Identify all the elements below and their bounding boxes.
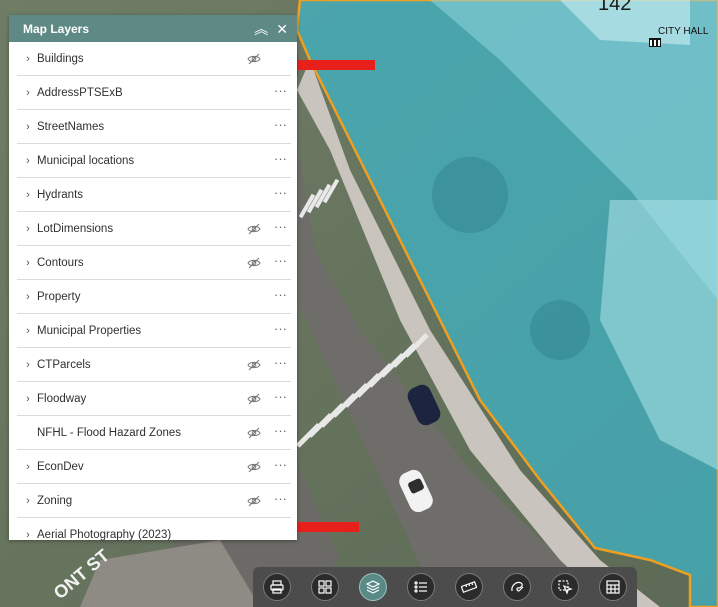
expand-chevron-icon[interactable]: ›: [21, 155, 35, 167]
visibility-off-icon[interactable]: [247, 256, 261, 269]
more-options-icon[interactable]: ···: [274, 423, 287, 438]
layer-item[interactable]: › Zoning ···: [17, 484, 291, 518]
layer-item[interactable]: › Floodway ···: [17, 382, 291, 416]
visibility-off-icon[interactable]: [247, 358, 261, 371]
expand-chevron-icon[interactable]: ›: [21, 87, 35, 99]
expand-chevron-icon[interactable]: ›: [21, 393, 35, 405]
more-options-icon[interactable]: ···: [274, 185, 287, 200]
visibility-off-icon[interactable]: [247, 460, 261, 473]
more-options-icon[interactable]: ···: [274, 83, 287, 98]
layer-item[interactable]: NFHL - Flood Hazard Zones ···: [17, 416, 291, 450]
layer-item[interactable]: › StreetNames ···: [17, 110, 291, 144]
select-button[interactable]: [551, 573, 579, 601]
expand-chevron-icon[interactable]: ›: [21, 495, 35, 507]
bottom-toolbar: [253, 567, 637, 607]
sketch-icon: [511, 581, 524, 592]
visibility-off-icon[interactable]: [247, 222, 261, 235]
more-options-icon[interactable]: ···: [274, 151, 287, 166]
layers-button[interactable]: [359, 573, 387, 601]
more-options-icon[interactable]: ···: [274, 219, 287, 234]
legend-icon: [414, 581, 427, 593]
visibility-off-icon[interactable]: [247, 426, 261, 439]
map-label-number: 142: [598, 0, 631, 15]
visibility-off-icon[interactable]: [247, 494, 261, 507]
layer-item[interactable]: › AddressPTSExB ···: [17, 76, 291, 110]
select-icon: [558, 580, 573, 595]
panel-header: Map Layers ︽ ✕: [9, 15, 297, 42]
layer-name: AddressPTSExB: [37, 86, 123, 99]
layer-item[interactable]: › EconDev ···: [17, 450, 291, 484]
expand-chevron-icon[interactable]: ›: [21, 189, 35, 201]
map-label-city-hall: CITY HALL: [658, 26, 709, 37]
layer-item[interactable]: › Contours ···: [17, 246, 291, 280]
expand-chevron-icon[interactable]: ›: [21, 257, 35, 269]
visibility-off-icon[interactable]: [247, 392, 261, 405]
expand-chevron-icon[interactable]: ›: [21, 291, 35, 303]
basemap-gallery-icon: [318, 580, 332, 594]
more-options-icon[interactable]: ···: [274, 117, 287, 132]
layer-name: Hydrants: [37, 188, 84, 201]
layer-item[interactable]: › Buildings: [17, 42, 291, 76]
table-icon: [606, 580, 620, 594]
more-options-icon[interactable]: ···: [274, 491, 287, 506]
print-button[interactable]: [263, 573, 291, 601]
expand-chevron-icon[interactable]: ›: [21, 53, 35, 65]
layer-name: Property: [37, 290, 81, 303]
collapse-panel-icon[interactable]: ︽: [254, 22, 268, 36]
more-options-icon[interactable]: ···: [274, 321, 287, 336]
layer-name: StreetNames: [37, 120, 105, 133]
layer-item[interactable]: › Hydrants ···: [17, 178, 291, 212]
sketch-button[interactable]: [503, 573, 531, 601]
layer-item[interactable]: › Aerial Photography (2023): [17, 518, 291, 551]
measure-button[interactable]: [455, 573, 483, 601]
basemap-gallery-button[interactable]: [311, 573, 339, 601]
expand-chevron-icon[interactable]: ›: [21, 325, 35, 337]
expand-chevron-icon[interactable]: ›: [21, 461, 35, 473]
layer-item[interactable]: › CTParcels ···: [17, 348, 291, 382]
expand-chevron-icon[interactable]: ›: [21, 121, 35, 133]
expand-chevron-icon[interactable]: ›: [21, 529, 35, 541]
layer-name: Municipal locations: [37, 154, 135, 167]
attribute-table-button[interactable]: [599, 573, 627, 601]
city-hall-icon: [649, 38, 661, 47]
layer-item[interactable]: › Property ···: [17, 280, 291, 314]
layer-item[interactable]: › Municipal Properties ···: [17, 314, 291, 348]
panel-title: Map Layers: [23, 21, 90, 36]
legend-button[interactable]: [407, 573, 435, 601]
close-icon[interactable]: ✕: [276, 22, 288, 36]
layers-icon: [365, 580, 381, 594]
layer-item[interactable]: › Municipal locations ···: [17, 144, 291, 178]
layer-name: Aerial Photography (2023): [37, 528, 172, 541]
more-options-icon[interactable]: ···: [274, 457, 287, 472]
layer-name: Municipal Properties: [37, 324, 142, 337]
expand-chevron-icon[interactable]: ›: [21, 223, 35, 235]
visibility-off-icon[interactable]: [247, 52, 261, 65]
more-options-icon[interactable]: ···: [274, 355, 287, 370]
expand-chevron-icon[interactable]: ›: [21, 359, 35, 371]
measure-icon: [461, 581, 477, 593]
print-icon: [270, 580, 284, 594]
map-layers-panel: Map Layers ︽ ✕ › Buildings › AddressPTSExB ·…: [9, 15, 297, 541]
layer-list: › Buildings › AddressPTSExB ··· › StreetNames ·…: [9, 42, 297, 551]
more-options-icon[interactable]: ···: [274, 287, 287, 302]
more-options-icon[interactable]: ···: [274, 253, 287, 268]
more-options-icon[interactable]: ···: [274, 389, 287, 404]
layer-item[interactable]: › LotDimensions ···: [17, 212, 291, 246]
